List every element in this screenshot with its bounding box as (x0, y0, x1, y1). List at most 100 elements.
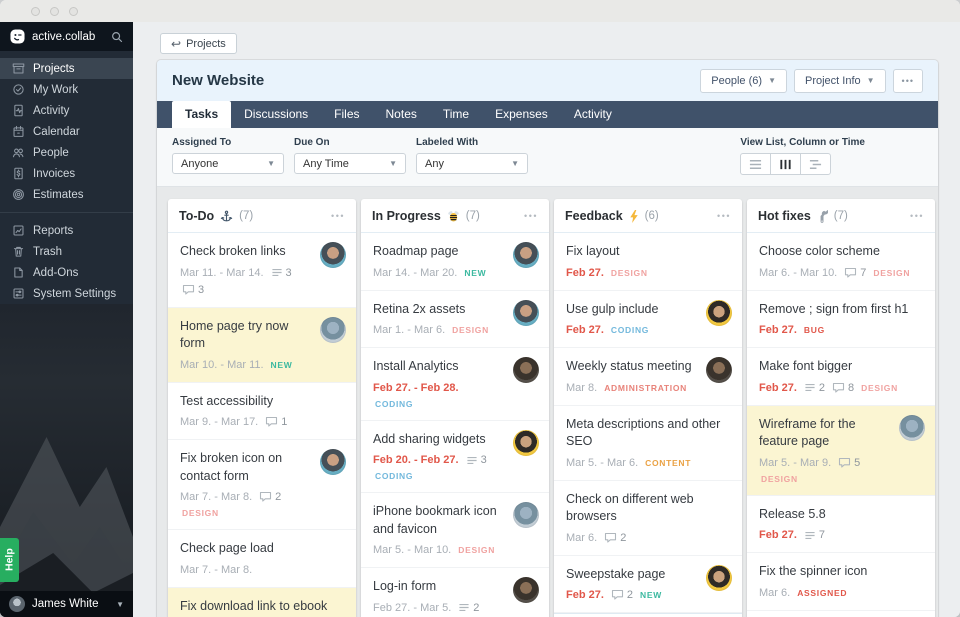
task-meta: Feb 27.7 (759, 529, 923, 541)
task-meta: Feb 27.CODING (566, 324, 696, 336)
timeline-view-button[interactable] (800, 153, 831, 175)
due-on-select[interactable]: Any Time▼ (294, 153, 406, 174)
task-card[interactable]: Use gulp includeFeb 27.CODING (554, 291, 742, 349)
settings-icon (12, 287, 25, 300)
sidebar-item-add-ons[interactable]: Add-Ons (0, 262, 133, 283)
task-title: Fix broken icon on contact form (180, 450, 310, 485)
lightning-icon (629, 210, 639, 223)
task-card[interactable]: Add sharing widgetsFeb 20. - Feb 27.3COD… (361, 421, 549, 494)
addons-icon (12, 266, 25, 279)
comment-count: 2 (620, 532, 626, 544)
avatar (513, 357, 539, 383)
column-view-button[interactable] (770, 153, 801, 175)
task-dates: Feb 27. (759, 529, 797, 541)
task-card[interactable]: Meta descriptions and other SEOMar 5. - … (554, 406, 742, 481)
tab-activity[interactable]: Activity (561, 101, 625, 128)
project-more-button[interactable]: ••• (893, 69, 923, 93)
task-label: DESIGN (452, 325, 489, 335)
task-meta: Feb 27. - Mar 5.2CODING (373, 602, 503, 617)
activecollab-logo-icon (10, 29, 25, 44)
task-card[interactable]: Roadmap pageMar 14. - Mar 20.NEW (361, 233, 549, 291)
column-title: Hot fixes (758, 209, 811, 223)
task-card[interactable]: Check broken linksMar 11. - Mar 14.33 (168, 233, 356, 308)
board-column-to-do: To-Do(7)•••Check broken linksMar 11. - M… (168, 199, 356, 617)
window-control-icon[interactable] (50, 7, 59, 16)
project-info-button[interactable]: Project Info▼ (794, 69, 886, 93)
column-more-icon[interactable]: ••• (717, 211, 731, 221)
task-card[interactable]: Sweepstake pageFeb 27.2NEW (554, 556, 742, 614)
task-card[interactable]: Release 5.8Feb 27.7 (747, 496, 935, 554)
tab-files[interactable]: Files (321, 101, 372, 128)
sidebar-item-reports[interactable]: Reports (0, 220, 133, 241)
task-card[interactable]: Remove ; sign from first h1Feb 27.BUG (747, 291, 935, 349)
task-dates: Mar 5. - Mar 6. (566, 457, 638, 469)
tab-tasks[interactable]: Tasks (172, 101, 231, 128)
task-card[interactable]: Check page loadMar 7. - Mar 8. (168, 530, 356, 588)
help-tab[interactable]: Help (0, 538, 19, 582)
task-card[interactable]: Fix layoutFeb 27.DESIGN (554, 233, 742, 291)
task-title: Test accessibility (180, 393, 344, 411)
view-switcher-label: View List, Column or Time (740, 137, 865, 148)
chevron-down-icon: ▼ (267, 159, 275, 168)
tab-notes[interactable]: Notes (373, 101, 430, 128)
window-control-icon[interactable] (69, 7, 78, 16)
avatar (9, 596, 25, 612)
assigned-to-select[interactable]: Anyone▼ (172, 153, 284, 174)
sidebar-item-calendar[interactable]: Calendar (0, 121, 133, 142)
task-card[interactable]: Fix the spinner iconMar 6.ASSIGNED (747, 553, 935, 611)
sidebar-item-trash[interactable]: Trash (0, 241, 133, 262)
search-icon[interactable] (111, 31, 123, 43)
sidebar-item-activity[interactable]: Activity (0, 100, 133, 121)
task-card[interactable]: Fix broken icon on contact form Mar 7. - … (168, 440, 356, 530)
task-card[interactable]: Choose color schemeMar 6. - Mar 10.7DESI… (747, 233, 935, 291)
people-icon (12, 146, 25, 159)
task-meta: Mar 7. - Mar 8.2DESIGN (180, 491, 310, 518)
task-card[interactable]: Spelling errors in blog postMar 24. - Ma… (747, 611, 935, 617)
task-card[interactable]: Install AnalyticsFeb 27. - Feb 28.CODING (361, 348, 549, 421)
task-card[interactable]: Test accessibility Mar 9. - Mar 17.1 (168, 383, 356, 441)
column-more-icon[interactable]: ••• (331, 211, 345, 221)
trash-icon (12, 245, 25, 258)
task-card[interactable]: Wireframe for the feature pageMar 5. - M… (747, 406, 935, 496)
avatar (513, 300, 539, 326)
task-card[interactable]: Check on different web browsersMar 6.2 (554, 481, 742, 556)
tab-expenses[interactable]: Expenses (482, 101, 561, 128)
tab-discussions[interactable]: Discussions (231, 101, 321, 128)
sidebar-item-label: Reports (33, 225, 73, 237)
labeled-with-select[interactable]: Any▼ (416, 153, 528, 174)
task-meta: Mar 9. - Mar 17.1 (180, 416, 344, 428)
user-menu[interactable]: James White ▼ (0, 591, 133, 617)
checklist-count: 2 (819, 382, 825, 394)
column-more-icon[interactable]: ••• (910, 211, 924, 221)
sidebar-item-my-work[interactable]: My Work (0, 79, 133, 100)
sidebar-item-invoices[interactable]: Invoices (0, 163, 133, 184)
tab-time[interactable]: Time (430, 101, 482, 128)
sidebar-item-system-settings[interactable]: System Settings (0, 283, 133, 304)
task-card[interactable]: Make font biggerFeb 27.28DESIGN (747, 348, 935, 406)
list-view-button[interactable] (740, 153, 771, 175)
window-control-icon[interactable] (31, 7, 40, 16)
task-meta: Feb 27.DESIGN (566, 267, 730, 279)
back-to-projects-button[interactable]: ↩ Projects (160, 33, 237, 54)
comment-icon (844, 267, 857, 279)
column-more-icon[interactable]: ••• (524, 211, 538, 221)
sidebar-background-photo (0, 304, 133, 617)
checklist-count: 2 (473, 602, 479, 614)
task-card[interactable]: Weekly status meetingMar 8.ADMINISTRATIO… (554, 348, 742, 406)
task-card[interactable]: Retina 2x assetsMar 1. - Mar 6.DESIGN (361, 291, 549, 349)
sidebar-item-estimates[interactable]: Estimates (0, 184, 133, 205)
sidebar-item-people[interactable]: People (0, 142, 133, 163)
task-label: DESIGN (458, 545, 495, 555)
task-meta: Mar 11. - Mar 14.33 (180, 267, 310, 296)
task-card[interactable]: iPhone bookmark icon and faviconMar 5. -… (361, 493, 549, 568)
chevron-down-icon: ▼ (867, 76, 875, 85)
task-title: iPhone bookmark icon and favicon (373, 503, 503, 538)
project-header: New Website People (6)▼ Project Info▼ ••… (157, 60, 938, 101)
sidebar-item-projects[interactable]: Projects (0, 58, 133, 79)
reports-icon (12, 224, 25, 237)
task-card[interactable]: Log-in formFeb 27. - Mar 5.2CODING (361, 568, 549, 617)
people-button[interactable]: People (6)▼ (700, 69, 787, 93)
task-card[interactable]: Home page try now formMar 10. - Mar 11.N… (168, 308, 356, 383)
task-card[interactable]: Fix download link to ebookFeb 27.BUG (168, 588, 356, 617)
add-task-button[interactable]: + Add a task (554, 613, 742, 617)
